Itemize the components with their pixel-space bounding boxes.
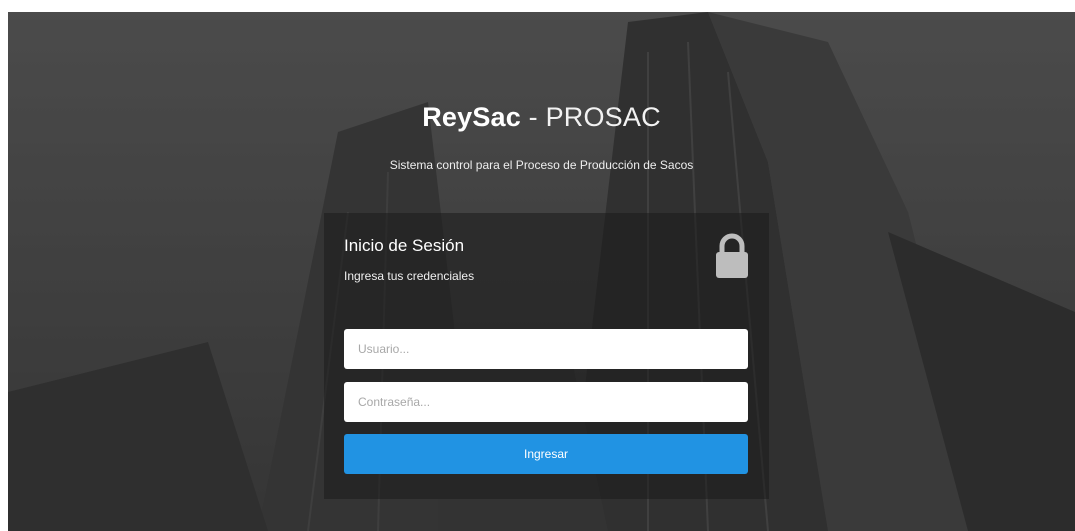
app-brand-title: ReySac - PROSAC (8, 102, 1075, 133)
login-subtitle: Ingresa tus credenciales (344, 269, 475, 283)
username-input[interactable] (344, 329, 748, 369)
login-page: ReySac - PROSAC Sistema control para el … (8, 12, 1075, 531)
app-tagline: Sistema control para el Proceso de Produ… (389, 158, 694, 172)
login-title: Inicio de Sesión (344, 236, 465, 255)
brand-product: - PROSAC (520, 102, 661, 132)
login-button[interactable]: Ingresar (344, 434, 748, 474)
lock-icon (716, 233, 748, 278)
login-panel: Inicio de Sesión Ingresa tus credenciale… (324, 213, 769, 499)
brand-name: ReySac (422, 102, 521, 132)
password-input[interactable] (344, 382, 748, 422)
